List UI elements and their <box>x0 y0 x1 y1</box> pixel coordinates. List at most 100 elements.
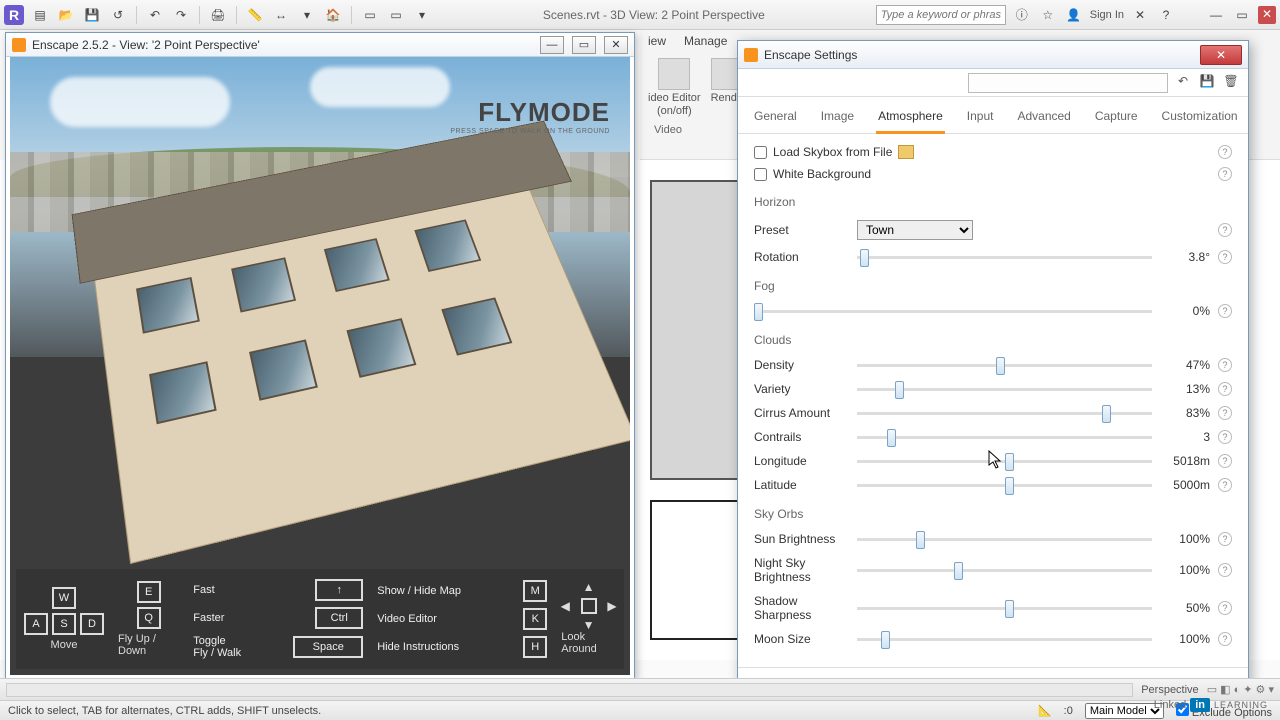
tab-advanced[interactable]: Advanced <box>1015 105 1072 133</box>
moon-size-slider[interactable] <box>857 638 1152 641</box>
speed-controls: Fast↑ FasterCtrl ToggleFly / WalkSpace <box>193 579 363 659</box>
variety-slider[interactable] <box>857 388 1152 391</box>
floor-plan-fragment <box>650 500 740 640</box>
help-icon[interactable]: ? <box>1218 250 1232 264</box>
clouds-section: Clouds <box>754 333 1232 347</box>
view-type-label[interactable]: Perspective <box>1141 684 1198 696</box>
help-icon[interactable]: ? <box>1218 406 1232 420</box>
help-icon[interactable]: ? <box>1218 304 1232 318</box>
revit-logo-icon[interactable]: R <box>4 5 24 25</box>
close-icon[interactable]: ✕ <box>604 36 628 54</box>
help-icon[interactable]: ? <box>1156 5 1176 25</box>
selection-icon[interactable]: 📐 <box>1038 704 1052 717</box>
preset-selector[interactable] <box>968 73 1168 93</box>
longitude-slider[interactable] <box>857 460 1152 463</box>
sun-brightness-slider[interactable] <box>857 538 1152 541</box>
tab-input[interactable]: Input <box>965 105 996 133</box>
back-icon[interactable]: ↶ <box>1174 74 1192 92</box>
enscape-titlebar[interactable]: Enscape 2.5.2 - View: '2 Point Perspecti… <box>6 33 634 57</box>
ribbon-tab[interactable]: iew <box>648 34 666 48</box>
sign-in-link[interactable]: Sign In <box>1090 9 1124 21</box>
eq-keys: E Q Fly Up / Down <box>118 581 179 657</box>
open-icon[interactable]: 📂 <box>56 5 76 25</box>
white-background-checkbox[interactable] <box>754 168 767 181</box>
redo-icon[interactable]: ↷ <box>171 5 191 25</box>
help-icon[interactable]: ? <box>1218 601 1232 615</box>
close-hidden-icon[interactable]: ▭ <box>386 5 406 25</box>
measure-icon[interactable]: 📏 <box>245 5 265 25</box>
key-a: A <box>24 613 48 635</box>
save-icon[interactable]: 💾 <box>1198 74 1216 92</box>
help-icon[interactable]: ? <box>1218 382 1232 396</box>
cirrus-slider[interactable] <box>857 412 1152 415</box>
star-icon[interactable]: ☆ <box>1038 5 1058 25</box>
fog-slider[interactable] <box>754 310 1152 313</box>
ribbon-tab[interactable]: Manage <box>684 34 727 48</box>
settings-titlebar[interactable]: Enscape Settings ✕ <box>738 41 1248 69</box>
user-icon[interactable]: 👤 <box>1064 5 1084 25</box>
maximize-icon[interactable]: ▭ <box>572 36 596 54</box>
align-icon[interactable]: ↔ <box>271 5 291 25</box>
tab-customization[interactable]: Customization <box>1160 105 1240 133</box>
rotation-slider[interactable] <box>857 256 1152 259</box>
home-icon[interactable]: 🏠 <box>323 5 343 25</box>
help-icon[interactable]: ? <box>1218 430 1232 444</box>
tab-image[interactable]: Image <box>819 105 856 133</box>
tab-capture[interactable]: Capture <box>1093 105 1140 133</box>
night-sky-slider[interactable] <box>857 569 1152 572</box>
fog-section: Fog <box>754 279 1232 293</box>
horizon-section: Horizon <box>754 195 1232 209</box>
switch-icon[interactable]: ▭ <box>360 5 380 25</box>
save-icon[interactable]: 💾 <box>82 5 102 25</box>
horizontal-scrollbar[interactable] <box>6 683 1133 697</box>
file-icon[interactable]: ▤ <box>30 5 50 25</box>
help-icon[interactable]: ? <box>1218 478 1232 492</box>
preset-select[interactable]: Town <box>857 220 973 240</box>
enscape-settings-dialog: Enscape Settings ✕ ↶ 💾 🗑 General Image A… <box>737 40 1249 712</box>
latitude-slider[interactable] <box>857 484 1152 487</box>
shadow-sharpness-slider[interactable] <box>857 607 1152 610</box>
folder-icon[interactable] <box>898 145 914 159</box>
help-icon[interactable]: ? <box>1218 223 1232 237</box>
key-ctrl: Ctrl <box>315 607 363 629</box>
sync-icon[interactable]: ↺ <box>108 5 128 25</box>
tab-general[interactable]: General <box>752 105 799 133</box>
density-slider[interactable] <box>857 364 1152 367</box>
tab-atmosphere[interactable]: Atmosphere <box>876 105 945 134</box>
key-h: H <box>523 636 547 658</box>
close-icon[interactable]: ✕ <box>1200 45 1242 65</box>
design-option-select[interactable]: Main Model <box>1085 703 1164 719</box>
video-editor-button[interactable]: ideo Editor (on/off) <box>648 58 701 118</box>
status-hint: Click to select, TAB for alternates, CTR… <box>8 705 321 717</box>
help-icon[interactable]: ? <box>1218 145 1232 159</box>
window-close-icon[interactable]: ✕ <box>1258 6 1276 24</box>
undo-icon[interactable]: ↶ <box>145 5 165 25</box>
search-input[interactable] <box>876 5 1006 25</box>
navigation-hud: W A S D Move E Q Fly Up / Down Fast↑ Fas… <box>16 569 624 669</box>
linkedin-learning-watermark: Linkedin LEARNING <box>1154 698 1268 712</box>
look-around-control: ▲ ▼ ◀ ▶ Look Around <box>561 584 616 655</box>
help-icon[interactable]: ? <box>1218 532 1232 546</box>
info-icon[interactable]: ⓘ <box>1012 5 1032 25</box>
wasd-keys: W A S D Move <box>24 587 104 651</box>
view-icons[interactable]: ▭ ◧ ◐ ✦ ⚙ ▾ <box>1207 683 1274 696</box>
minimize-icon[interactable]: — <box>540 36 564 54</box>
help-icon[interactable]: ? <box>1218 563 1232 577</box>
load-skybox-checkbox[interactable] <box>754 146 767 159</box>
help-icon[interactable]: ? <box>1218 632 1232 646</box>
help-icon[interactable]: ? <box>1218 167 1232 181</box>
contrails-slider[interactable] <box>857 436 1152 439</box>
help-icon[interactable]: ? <box>1218 454 1232 468</box>
window-minimize-icon[interactable]: — <box>1206 5 1226 25</box>
key-shift: ↑ <box>315 579 363 601</box>
exchange-icon[interactable]: ✕ <box>1130 5 1150 25</box>
enscape-3d-viewport[interactable]: FLYMODE PRESS SPACE TO WALK ON THE GROUN… <box>10 57 630 675</box>
key-e: E <box>137 581 161 603</box>
window-restore-icon[interactable]: ▭ <box>1232 5 1252 25</box>
print-icon[interactable]: 🖨 <box>208 5 228 25</box>
tag-icon[interactable]: ▾ <box>297 5 317 25</box>
delete-icon[interactable]: 🗑 <box>1222 74 1240 92</box>
help-icon[interactable]: ? <box>1218 358 1232 372</box>
settings-tabs: General Image Atmosphere Input Advanced … <box>738 97 1248 134</box>
more-icon[interactable]: ▾ <box>412 5 432 25</box>
